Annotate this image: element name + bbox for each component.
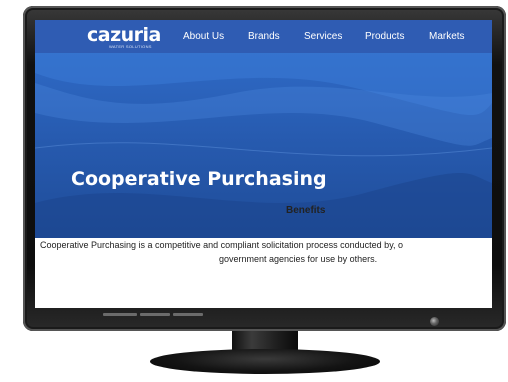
- bezel-speaker-strip: [140, 313, 170, 316]
- monitor-stand-base: [150, 349, 380, 374]
- brand-logo[interactable]: cazuria WATER SOLUTIONS: [87, 25, 165, 51]
- hero-wave-background: [35, 53, 492, 238]
- nav-item-services[interactable]: Services: [304, 31, 342, 42]
- bezel-speaker-strip: [173, 313, 203, 316]
- nav-item-about-us[interactable]: About Us: [183, 31, 224, 42]
- power-button-icon[interactable]: [430, 317, 439, 326]
- bezel-speaker-strip: [103, 313, 137, 316]
- site-header: cazuria WATER SOLUTIONS About Us Brands …: [35, 20, 492, 53]
- nav-item-markets[interactable]: Markets: [429, 31, 465, 42]
- brand-logo-wordmark: cazuria: [87, 24, 161, 46]
- hero-title: Cooperative Purchasing: [71, 168, 327, 190]
- nav-item-products[interactable]: Products: [365, 31, 404, 42]
- benefits-paragraph-line-2: government agencies for use by others.: [219, 254, 378, 264]
- brand-logo-tagline: WATER SOLUTIONS: [109, 44, 152, 49]
- benefits-paragraph-line-1: Cooperative Purchasing is a competitive …: [40, 240, 404, 250]
- hero-banner: Cooperative Purchasing: [35, 53, 492, 238]
- monitor-screen: cazuria WATER SOLUTIONS About Us Brands …: [35, 20, 492, 308]
- nav-item-brands[interactable]: Brands: [248, 31, 280, 42]
- section-heading-benefits: Benefits: [286, 205, 326, 216]
